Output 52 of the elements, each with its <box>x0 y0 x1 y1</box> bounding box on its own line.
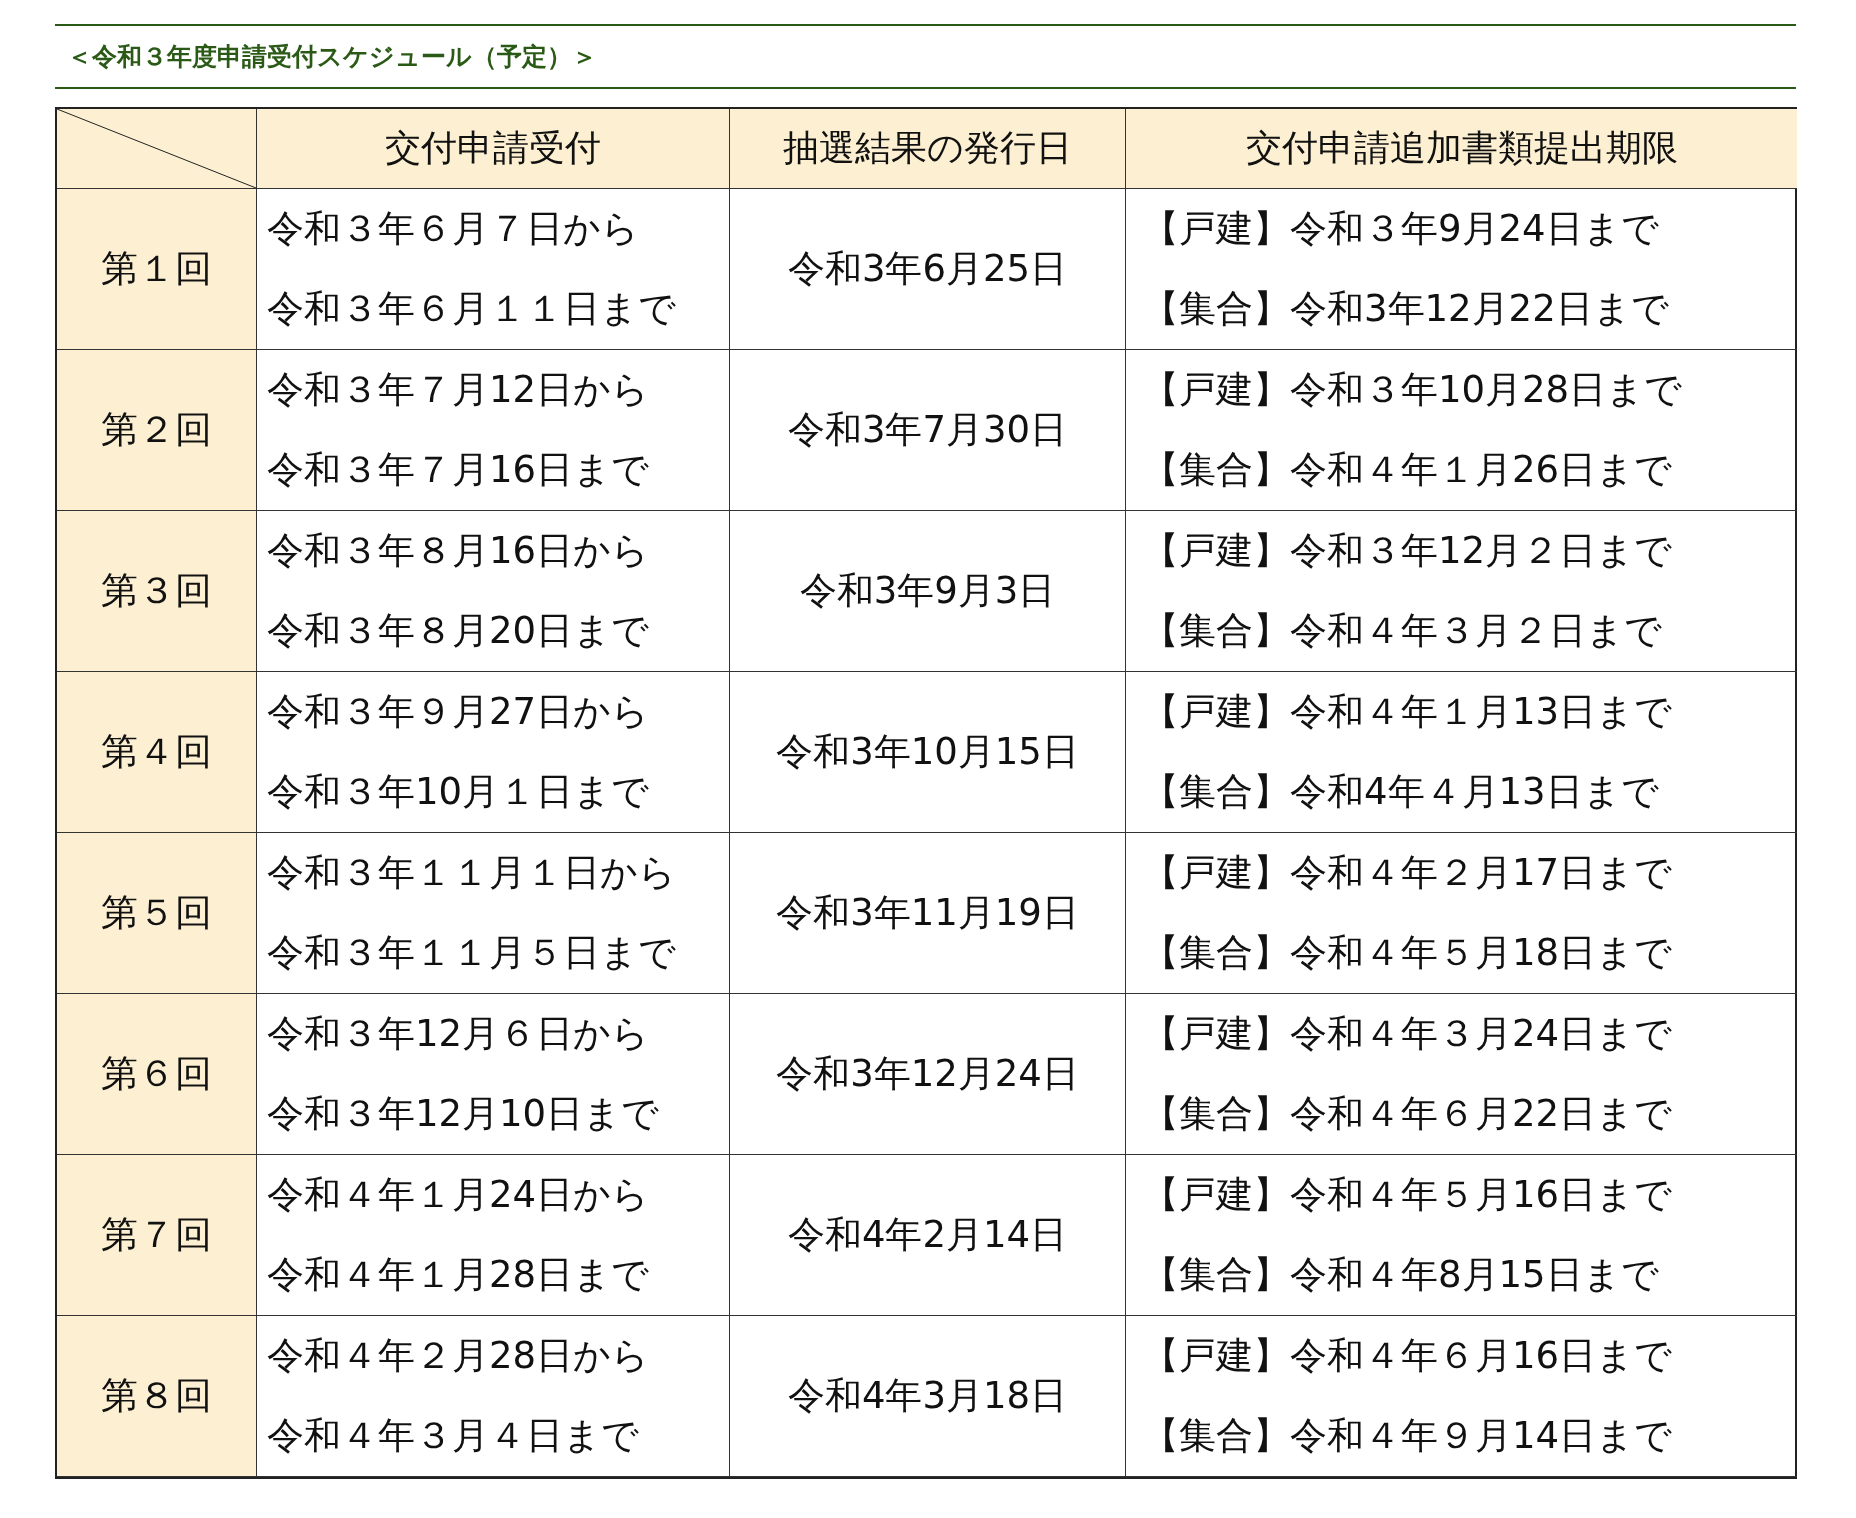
row-header: 第７回 <box>57 1155 257 1316</box>
application-period: 令和３年９月27日から <box>267 689 651 735</box>
application-period: 令和３年１１月１日から <box>267 850 677 896</box>
deadline-date: 【集合】令和４年３月２日まで <box>1142 608 1663 654</box>
row-header: 第４回 <box>57 672 257 833</box>
column-header: 抽選結果の発行日 <box>730 109 1126 189</box>
application-period: 令和３年６月１１日まで <box>267 286 677 332</box>
application-period: 令和３年８月16日から <box>267 528 651 574</box>
deadline-date: 【集合】令和４年６月22日まで <box>1142 1091 1674 1137</box>
deadline-date: 【集合】令和４年8月15日まで <box>1142 1252 1660 1298</box>
deadline-date: 【戸建】令和４年６月16日まで <box>1142 1333 1674 1379</box>
row-header: 第１回 <box>57 189 257 350</box>
application-period: 令和４年２月28日から <box>267 1333 651 1379</box>
row-header: 第２回 <box>57 350 257 511</box>
lottery-date: 令和3年6月25日 <box>730 189 1126 350</box>
application-period: 令和３年１１月５日まで <box>267 930 677 976</box>
lottery-date: 令和3年7月30日 <box>730 350 1126 511</box>
application-period: 令和３年12月10日まで <box>267 1091 661 1137</box>
deadline-date: 【集合】令和3年12月22日まで <box>1142 286 1670 332</box>
lottery-date: 令和3年12月24日 <box>730 994 1126 1155</box>
lottery-date: 令和4年3月18日 <box>730 1316 1126 1477</box>
application-period: 令和３年６月７日から <box>267 206 640 252</box>
column-header: 交付申請受付 <box>257 109 730 189</box>
application-period: 令和３年10月１日まで <box>267 769 651 815</box>
application-period: 令和４年１月28日まで <box>267 1252 651 1298</box>
deadline-date: 【戸建】令和４年５月16日まで <box>1142 1172 1674 1218</box>
deadline-date: 【戸建】令和３年12月２日まで <box>1142 528 1674 574</box>
deadline-date: 【集合】令和４年５月18日まで <box>1142 930 1674 976</box>
deadline-date: 【戸建】令和３年10月28日まで <box>1142 367 1684 413</box>
row-header: 第３回 <box>57 511 257 672</box>
application-period: 令和４年１月24日から <box>267 1172 651 1218</box>
column-header: 交付申請追加書類提出期限 <box>1126 109 1797 189</box>
row-header: 第５回 <box>57 833 257 994</box>
deadline-date: 【戸建】令和４年３月24日まで <box>1142 1011 1674 1057</box>
deadline-date: 【集合】令和４年１月26日まで <box>1142 447 1674 493</box>
deadline-date: 【集合】令和4年４月13日まで <box>1142 769 1660 815</box>
application-period: 令和４年３月４日まで <box>267 1413 640 1459</box>
deadline-date: 【戸建】令和４年１月13日まで <box>1142 689 1674 735</box>
application-period: 令和３年７月16日まで <box>267 447 651 493</box>
row-header: 第８回 <box>57 1316 257 1477</box>
lottery-date: 令和3年11月19日 <box>730 833 1126 994</box>
lottery-date: 令和3年9月3日 <box>730 511 1126 672</box>
section-title: ＜令和３年度申請受付スケジュール（予定）＞ <box>67 42 597 71</box>
lottery-date: 令和4年2月14日 <box>730 1155 1126 1316</box>
lottery-date: 令和3年10月15日 <box>730 672 1126 833</box>
deadline-date: 【戸建】令和４年２月17日まで <box>1142 850 1674 896</box>
deadline-date: 【集合】令和４年９月14日まで <box>1142 1413 1674 1459</box>
deadline-date: 【戸建】令和３年9月24日まで <box>1142 206 1660 252</box>
application-period: 令和３年７月12日から <box>267 367 651 413</box>
application-period: 令和３年12月６日から <box>267 1011 651 1057</box>
application-period: 令和３年８月20日まで <box>267 608 651 654</box>
row-header: 第６回 <box>57 994 257 1155</box>
